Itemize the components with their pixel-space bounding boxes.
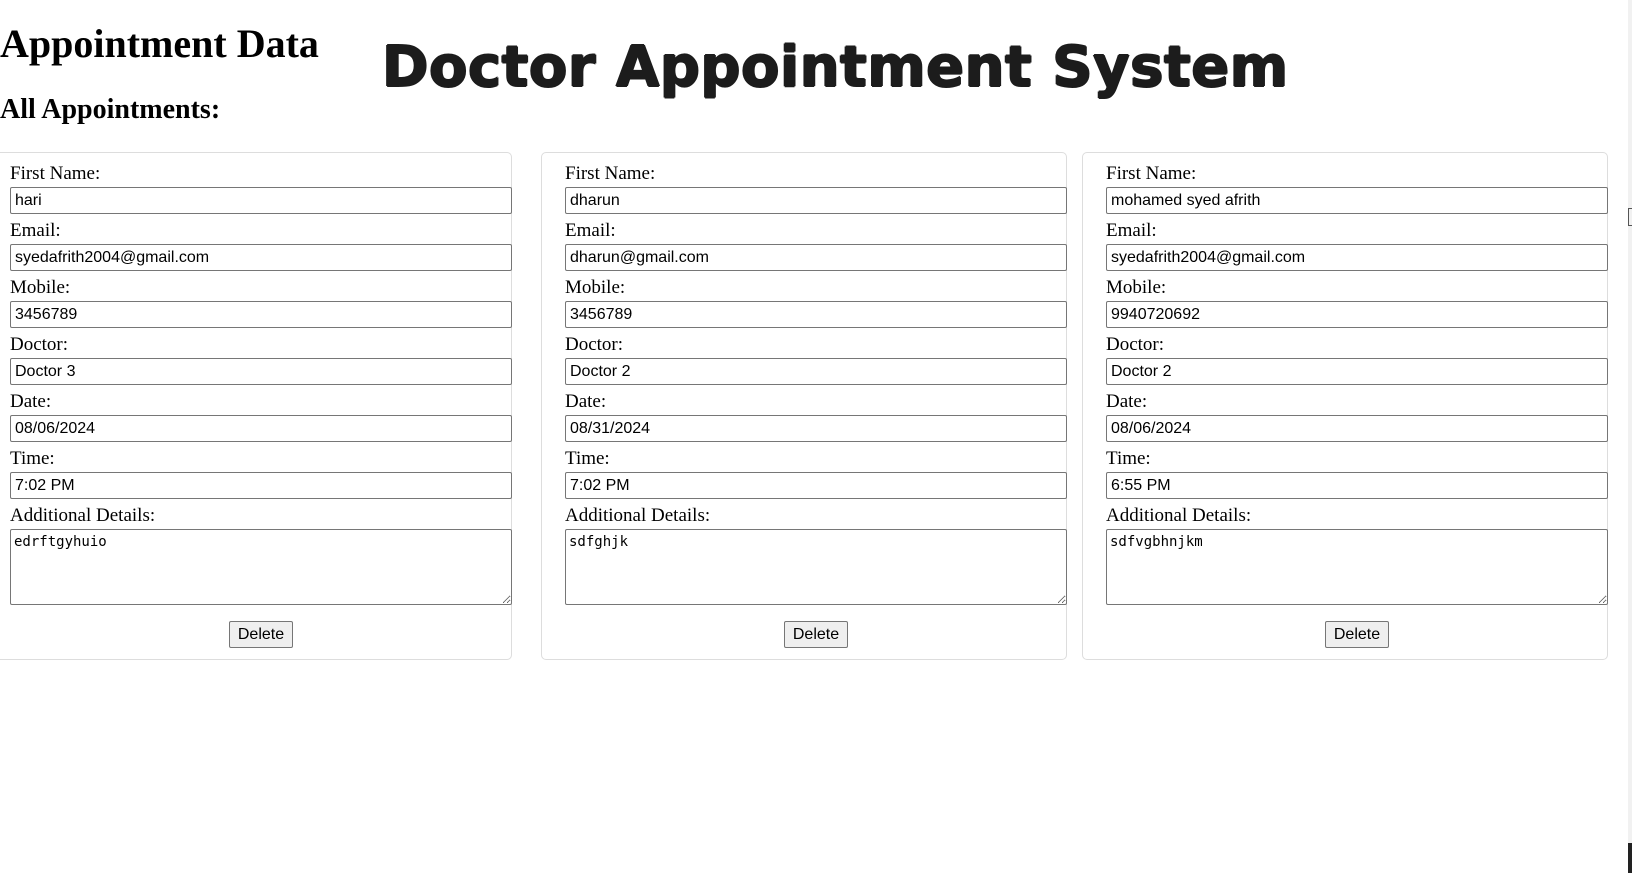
email-input[interactable] bbox=[10, 244, 512, 271]
time-input[interactable] bbox=[1106, 472, 1608, 499]
doctor-label: Doctor: bbox=[10, 334, 69, 355]
appointment-card: First Name: Email: Mobile: Doctor: Date:… bbox=[0, 152, 512, 660]
delete-row: Delete bbox=[565, 621, 1067, 648]
appointment-card: First Name: Email: Mobile: Doctor: Date:… bbox=[1082, 152, 1608, 660]
first-name-input[interactable] bbox=[1106, 187, 1608, 214]
mobile-label: Mobile: bbox=[1106, 277, 1167, 298]
email-input[interactable] bbox=[1106, 244, 1608, 271]
time-label: Time: bbox=[565, 448, 610, 469]
mobile-input[interactable] bbox=[1106, 301, 1608, 328]
mobile-input[interactable] bbox=[565, 301, 1067, 328]
first-name-input[interactable] bbox=[565, 187, 1067, 214]
additional-details-textarea[interactable]: edrftgyhuio bbox=[10, 529, 512, 605]
additional-details-label: Additional Details: bbox=[10, 505, 156, 526]
doctor-input[interactable] bbox=[565, 358, 1067, 385]
time-label: Time: bbox=[1106, 448, 1151, 469]
additional-details-textarea[interactable]: sdfvgbhnjkm bbox=[1106, 529, 1608, 605]
page-heading: Appointment Data bbox=[0, 21, 319, 66]
date-label: Date: bbox=[565, 391, 607, 412]
date-input[interactable] bbox=[1106, 415, 1608, 442]
date-input[interactable] bbox=[10, 415, 512, 442]
first-name-label: First Name: bbox=[10, 163, 101, 184]
email-label: Email: bbox=[1106, 220, 1157, 241]
additional-details-label: Additional Details: bbox=[1106, 505, 1252, 526]
section-heading: All Appointments: bbox=[0, 94, 221, 125]
doctor-input[interactable] bbox=[10, 358, 512, 385]
system-title: Doctor Appointment System bbox=[382, 35, 1289, 100]
first-name-label: First Name: bbox=[1106, 163, 1197, 184]
mobile-label: Mobile: bbox=[565, 277, 626, 298]
email-input[interactable] bbox=[565, 244, 1067, 271]
mobile-label: Mobile: bbox=[10, 277, 71, 298]
additional-details-textarea[interactable]: sdfghjk bbox=[565, 529, 1067, 605]
email-label: Email: bbox=[10, 220, 61, 241]
delete-row: Delete bbox=[10, 621, 512, 648]
additional-details-label: Additional Details: bbox=[565, 505, 711, 526]
scrollbar-track[interactable] bbox=[1628, 0, 1632, 873]
appointments-list: First Name: Email: Mobile: Doctor: Date:… bbox=[0, 152, 1608, 662]
appointment-form: First Name: Email: Mobile: Doctor: Date:… bbox=[10, 163, 512, 648]
doctor-label: Doctor: bbox=[565, 334, 624, 355]
appointment-form: First Name: Email: Mobile: Doctor: Date:… bbox=[565, 163, 1067, 648]
time-input[interactable] bbox=[565, 472, 1067, 499]
delete-button[interactable]: Delete bbox=[1324, 621, 1390, 648]
delete-button[interactable]: Delete bbox=[228, 621, 294, 648]
doctor-input[interactable] bbox=[1106, 358, 1608, 385]
time-input[interactable] bbox=[10, 472, 512, 499]
appointment-card: First Name: Email: Mobile: Doctor: Date:… bbox=[541, 152, 1067, 660]
date-input[interactable] bbox=[565, 415, 1067, 442]
mobile-input[interactable] bbox=[10, 301, 512, 328]
scroll-marker-icon bbox=[1628, 208, 1632, 226]
first-name-input[interactable] bbox=[10, 187, 512, 214]
time-label: Time: bbox=[10, 448, 55, 469]
date-label: Date: bbox=[10, 391, 52, 412]
delete-button[interactable]: Delete bbox=[783, 621, 849, 648]
first-name-label: First Name: bbox=[565, 163, 656, 184]
scrollbar-thumb[interactable] bbox=[1628, 843, 1632, 873]
delete-row: Delete bbox=[1106, 621, 1608, 648]
date-label: Date: bbox=[1106, 391, 1148, 412]
email-label: Email: bbox=[565, 220, 616, 241]
appointment-form: First Name: Email: Mobile: Doctor: Date:… bbox=[1106, 163, 1608, 648]
doctor-label: Doctor: bbox=[1106, 334, 1165, 355]
